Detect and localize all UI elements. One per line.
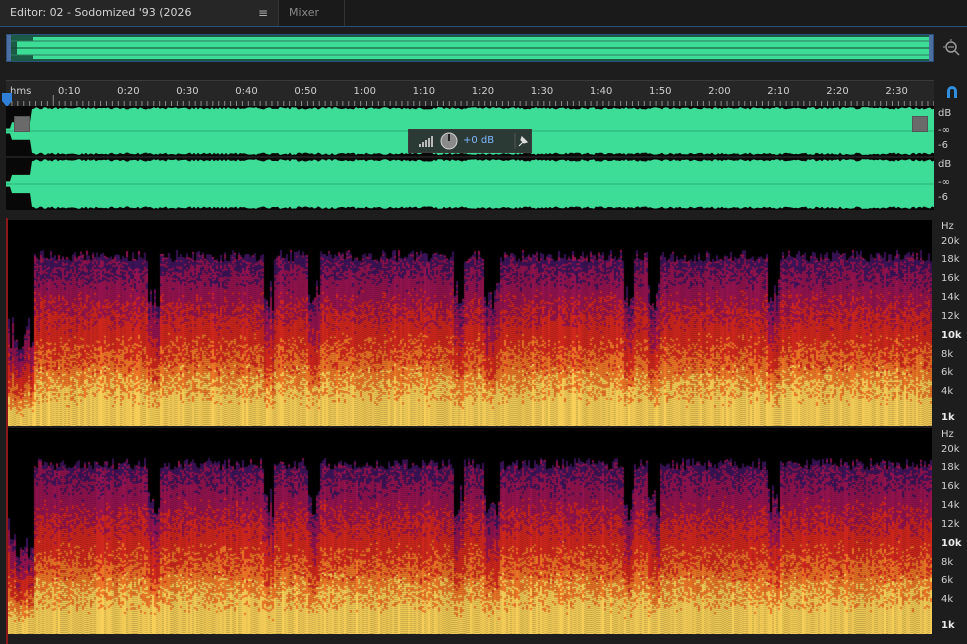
hz-scale-label: 6k [941, 575, 954, 586]
playhead-marker[interactable] [2, 92, 12, 107]
tab-mixer[interactable]: Mixer [279, 0, 345, 26]
overview-navigator[interactable] [6, 34, 934, 62]
db-scale-unit: dB [938, 108, 952, 119]
fade-in-handle-icon[interactable] [14, 116, 30, 132]
fade-out-handle-icon[interactable] [912, 116, 928, 132]
overview-waveform [7, 35, 933, 61]
spectrogram-channel-right[interactable] [8, 428, 932, 634]
waveform-right-shape [6, 159, 934, 209]
hz-scale-label: 12k [941, 519, 960, 530]
hz-scale-label: 10k [941, 330, 962, 341]
tab-bar: Editor: 02 - Sodomized '93 (2026 Remaste… [0, 0, 967, 45]
snap-magnet-icon[interactable] [944, 84, 960, 100]
hz-unit-label: Hz [941, 221, 954, 232]
volume-knob-icon [440, 132, 458, 150]
db-scale-label: -∞ [938, 125, 950, 136]
hz-scale-label: 18k [941, 462, 960, 473]
panel-divider-grip[interactable] [495, 212, 519, 226]
hz-scale-label: 14k [941, 500, 960, 511]
zoom-out-full-icon[interactable] [942, 38, 962, 58]
hz-scale-label: 18k [941, 254, 960, 265]
hz-scale-label: 8k [941, 349, 954, 360]
db-scale-label: -6 [938, 192, 948, 203]
hz-unit-label: Hz [941, 429, 954, 440]
spectrogram-channel-left[interactable] [8, 220, 932, 426]
hz-scale-label: 10k [941, 538, 962, 549]
hz-scale-label: 6k [941, 367, 954, 378]
db-scale-unit: dB [938, 159, 952, 170]
spectrogram-left-canvas [8, 220, 932, 426]
hz-scale-label: 4k [941, 386, 954, 397]
ruler-minor-ticks [6, 95, 934, 107]
hz-scale-label: 16k [941, 481, 960, 492]
hz-scale-label: 20k [941, 236, 960, 247]
db-scale-label: -6 [938, 140, 948, 151]
volume-hud[interactable]: +0 dB [408, 129, 532, 153]
hz-scale-label: 1k [941, 620, 955, 631]
time-ruler[interactable]: hms 0:10 0:20 0:30 0:40 0:50 1:00 1:10 1:20 1:30… [6, 80, 934, 107]
hz-scale-label: 4k [941, 594, 954, 605]
spectrogram-right-canvas [8, 428, 932, 634]
waveform-channel-right[interactable] [6, 158, 934, 210]
hz-scale-label: 20k [941, 444, 960, 455]
pin-icon [518, 135, 529, 147]
db-scale-label: -∞ [938, 177, 950, 188]
tab-editor[interactable]: Editor: 02 - Sodomized '93 (2026 Remaste… [0, 0, 279, 45]
gain-readout[interactable]: +0 dB [463, 135, 494, 146]
hz-scale-label: 16k [941, 273, 960, 284]
hz-scale-label: 12k [941, 311, 960, 322]
panel-menu-icon[interactable]: ≡ [258, 0, 268, 26]
hz-scale-label: 8k [941, 557, 954, 568]
hz-scale-label: 14k [941, 292, 960, 303]
level-meter-icon [419, 136, 433, 147]
hz-scale-label: 1k [941, 412, 955, 423]
